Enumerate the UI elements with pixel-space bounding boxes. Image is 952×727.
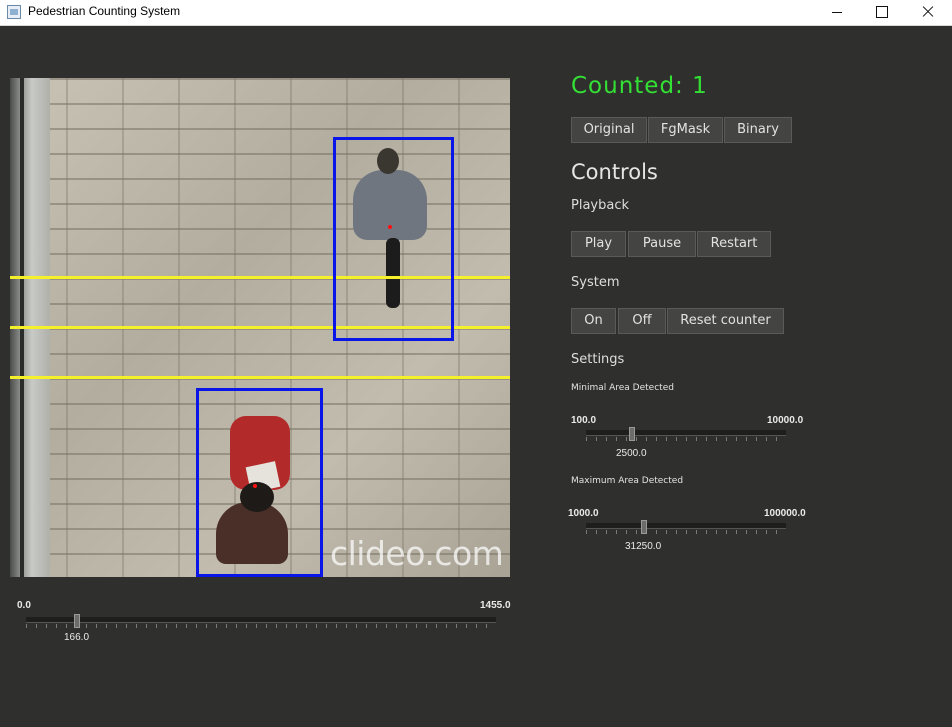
min-area-slider-thumb[interactable] bbox=[629, 427, 635, 441]
reset-counter-button[interactable]: Reset counter bbox=[667, 308, 784, 334]
title-bar: Pedestrian Counting System bbox=[0, 0, 952, 26]
detection-box bbox=[196, 388, 323, 577]
frame-slider-max: 1455.0 bbox=[480, 600, 511, 611]
pedestrian-counter: Counted: 1 bbox=[571, 73, 708, 99]
min-area-slider-value: 2500.0 bbox=[616, 448, 647, 459]
app-window: Pedestrian Counting System clideo.com 0.… bbox=[0, 0, 952, 727]
max-area-slider-thumb[interactable] bbox=[641, 520, 647, 534]
controls-heading: Controls bbox=[571, 160, 658, 184]
frame-slider-value: 166.0 bbox=[64, 632, 90, 643]
max-area-slider-max: 100000.0 bbox=[764, 508, 806, 519]
app-icon bbox=[7, 5, 21, 19]
counting-line-bottom bbox=[10, 376, 510, 379]
minimize-icon[interactable] bbox=[814, 0, 860, 26]
watermark: clideo.com bbox=[330, 534, 504, 573]
settings-heading: Settings bbox=[571, 352, 625, 367]
frame-slider-min: 0.0 bbox=[17, 600, 31, 611]
min-area-slider-max: 10000.0 bbox=[767, 415, 804, 426]
max-area-slider-value: 31250.0 bbox=[625, 541, 662, 552]
view-binary-button[interactable]: Binary bbox=[724, 117, 792, 143]
min-area-slider-min: 100.0 bbox=[571, 415, 597, 426]
video-frame: clideo.com bbox=[10, 78, 510, 577]
frame-slider-ticks bbox=[26, 624, 496, 628]
max-area-slider-track[interactable] bbox=[586, 523, 786, 529]
max-area-label: Maximum Area Detected bbox=[571, 476, 684, 486]
min-area-slider-track[interactable] bbox=[586, 430, 786, 436]
system-on-button[interactable]: On bbox=[571, 308, 616, 334]
view-original-button[interactable]: Original bbox=[571, 117, 647, 143]
restart-button[interactable]: Restart bbox=[697, 231, 771, 257]
frame-slider-thumb[interactable] bbox=[74, 614, 80, 628]
detection-box bbox=[333, 137, 454, 341]
frame-slider-track[interactable] bbox=[26, 617, 496, 623]
window-title: Pedestrian Counting System bbox=[28, 4, 181, 18]
system-off-button[interactable]: Off bbox=[618, 308, 666, 334]
close-icon[interactable] bbox=[904, 0, 950, 26]
max-area-slider-min: 1000.0 bbox=[568, 508, 599, 519]
max-area-slider-ticks bbox=[586, 530, 786, 534]
playback-heading: Playback bbox=[571, 198, 630, 213]
min-area-slider-ticks bbox=[586, 437, 786, 441]
centroid-marker bbox=[388, 225, 392, 229]
maximize-icon[interactable] bbox=[858, 0, 904, 26]
min-area-label: Minimal Area Detected bbox=[571, 383, 674, 393]
play-button[interactable]: Play bbox=[571, 231, 626, 257]
centroid-marker bbox=[253, 484, 257, 488]
view-fgmask-button[interactable]: FgMask bbox=[648, 117, 723, 143]
pause-button[interactable]: Pause bbox=[628, 231, 696, 257]
system-heading: System bbox=[571, 275, 620, 290]
